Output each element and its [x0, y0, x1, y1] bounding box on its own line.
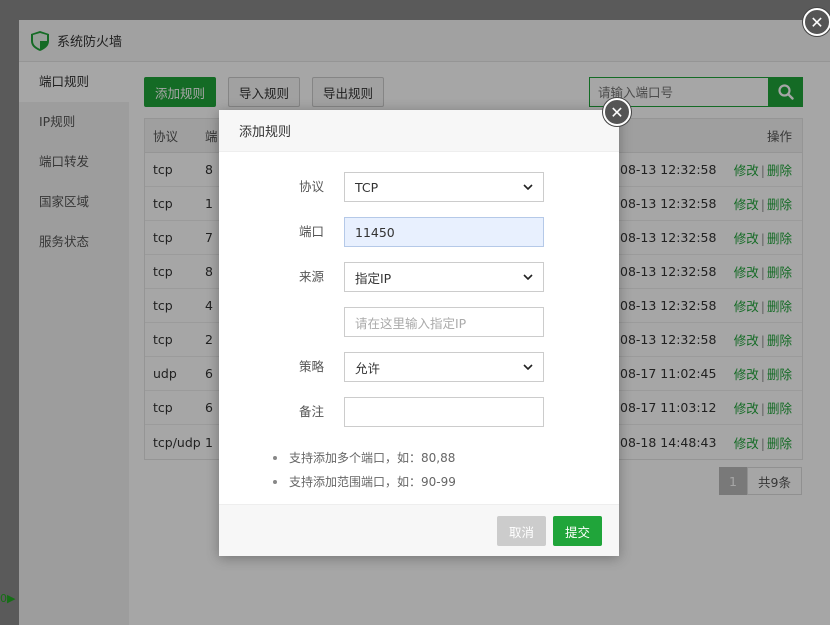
tip-item: 支持添加多个端口，如：80,88: [271, 446, 456, 470]
remark-label: 备注: [298, 404, 324, 419]
port-value: 11450: [355, 224, 395, 240]
chevron-down-icon: [523, 274, 533, 280]
window-close-button[interactable]: ✕: [803, 8, 830, 36]
policy-row: 策略 允许: [219, 352, 619, 382]
policy-label: 策略: [298, 359, 324, 374]
policy-select[interactable]: 允许: [344, 352, 544, 382]
protocol-select[interactable]: TCP: [344, 172, 544, 202]
ip-input[interactable]: 请在这里输入指定IP: [344, 307, 544, 337]
port-label: 端口: [298, 224, 324, 239]
source-label: 来源: [298, 269, 324, 284]
remark-input[interactable]: [344, 397, 544, 427]
ip-placeholder: 请在这里输入指定IP: [355, 315, 467, 331]
cancel-button[interactable]: 取消: [497, 516, 547, 546]
remark-row: 备注: [219, 397, 619, 427]
chevron-down-icon: [523, 364, 533, 370]
tips-list: 支持添加多个端口，如：80,88 支持添加范围端口，如：90-99: [271, 446, 456, 494]
add-rule-modal: 添加规则 ✕ 协议 TCP 端口 11450 来源 指定IP 请在这里输入指定I…: [219, 98, 631, 556]
source-value: 指定IP: [355, 270, 392, 286]
protocol-row: 协议 TCP: [219, 172, 619, 202]
port-input[interactable]: 11450: [344, 217, 544, 247]
modal-close-button[interactable]: ✕: [603, 98, 631, 126]
chevron-down-icon: [523, 184, 533, 190]
policy-value: 允许: [355, 360, 381, 376]
tip-item: 支持添加范围端口，如：90-99: [271, 470, 456, 494]
source-row: 来源 指定IP: [219, 262, 619, 292]
protocol-label: 协议: [298, 179, 324, 194]
submit-button[interactable]: 提交: [553, 516, 603, 546]
ip-row: 请在这里输入指定IP: [219, 307, 619, 337]
source-select[interactable]: 指定IP: [344, 262, 544, 292]
port-row: 端口 11450: [219, 217, 619, 247]
protocol-value: TCP: [355, 179, 379, 195]
modal-footer: 取消 提交: [219, 504, 619, 556]
modal-title: 添加规则: [219, 110, 619, 152]
